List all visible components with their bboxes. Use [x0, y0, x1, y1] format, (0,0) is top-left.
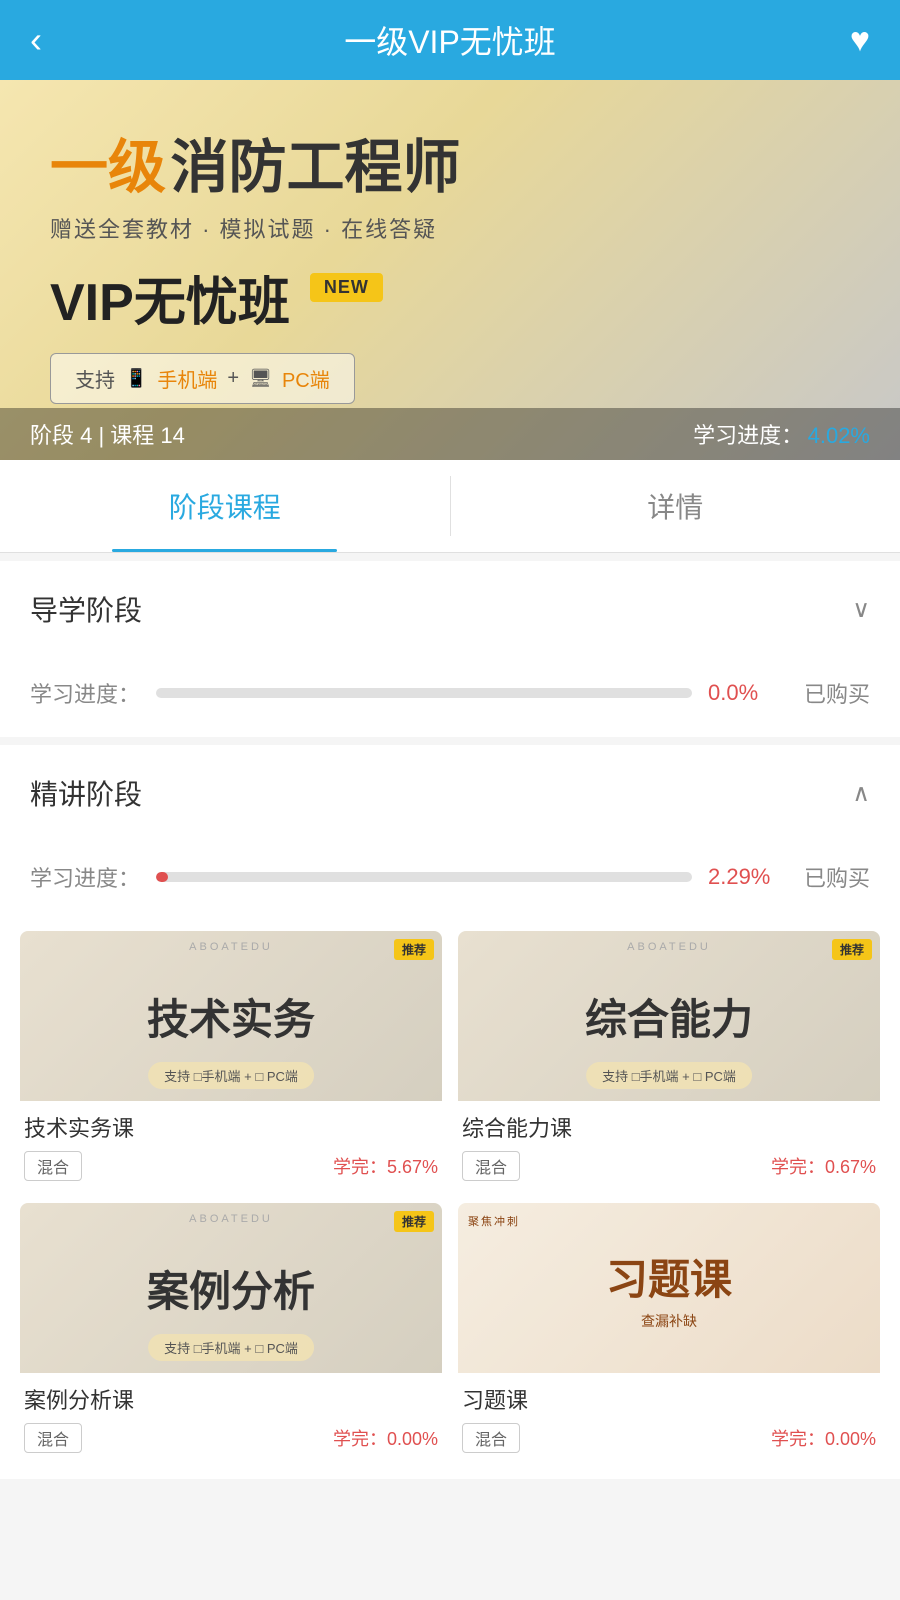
thumb-inner-comp: ABOATEDU 综合能力 支持 □手机端 + □ PC端 推荐: [458, 931, 880, 1101]
guide-progress-bar: [156, 688, 692, 698]
support-pc: PC端: [282, 364, 330, 393]
card-progress-case: 学完：0.00%: [333, 1425, 438, 1451]
card-tag-exercise: 混合: [462, 1423, 520, 1453]
card-progress-prefix-tech: 学完：: [333, 1157, 387, 1177]
page-title: 一级VIP无忧班: [344, 17, 556, 63]
card-progress-prefix-comp: 学完：: [771, 1157, 825, 1177]
section-guide-progress: 学习进度： 0.0% 已购买: [0, 657, 900, 737]
section-guide-header[interactable]: 导学阶段 ∨: [0, 553, 900, 657]
card-progress-val-exercise: 0.00%: [825, 1429, 876, 1449]
card-info-tech: 技术实务课 混合 学完：5.67%: [20, 1101, 442, 1187]
intensive-progress-label: 学习进度：: [30, 861, 140, 893]
thumb-support-comp: 支持 □手机端 + □ PC端: [586, 1062, 752, 1089]
guide-status: 已购买: [804, 677, 870, 709]
tab-details[interactable]: 详情: [451, 460, 900, 552]
thumb-main-comp: 综合能力: [585, 986, 753, 1047]
banner-subtitle: 赠送全套教材 · 模拟试题 · 在线答疑: [50, 212, 850, 244]
section-intensive-header[interactable]: 精讲阶段 ∧: [0, 737, 900, 841]
card-thumb-case: ABOATEDU 案例分析 支持 □手机端 + □ PC端 推荐: [20, 1203, 442, 1373]
thumb-main-case: 案例分析: [147, 1258, 315, 1319]
thumb-support-case: 支持 □手机端 + □ PC端: [148, 1334, 314, 1361]
thumb-watermark-comp: ABOATEDU: [627, 941, 711, 953]
section-intensive-title: 精讲阶段: [30, 773, 142, 813]
card-progress-val-tech: 5.67%: [387, 1157, 438, 1177]
card-name-case: 案例分析课: [24, 1383, 438, 1415]
banner-progress-label: 学习进度：: [693, 423, 803, 448]
course-card-tech[interactable]: ABOATEDU 技术实务 支持 □手机端 + □ PC端 推荐 技术实务课 混…: [20, 931, 442, 1187]
support-plus: +: [227, 367, 239, 390]
thumb-support-tech: 支持 □手机端 + □ PC端: [148, 1062, 314, 1089]
banner-progress-value: 4.02%: [808, 423, 870, 448]
card-progress-prefix-case: 学完：: [333, 1429, 387, 1449]
course-card-exercise[interactable]: 聚焦冲刺 习题课 查漏补缺 习题课 混合 学完：0.00%: [458, 1203, 880, 1459]
intensive-status: 已购买: [804, 861, 870, 893]
banner-course-title: 消防工程师: [170, 135, 460, 200]
course-card-comp[interactable]: ABOATEDU 综合能力 支持 □手机端 + □ PC端 推荐 综合能力课 混…: [458, 931, 880, 1187]
card-thumb-comp: ABOATEDU 综合能力 支持 □手机端 + □ PC端 推荐: [458, 931, 880, 1101]
card-meta-case: 混合 学完：0.00%: [24, 1423, 438, 1453]
support-prefix: 支持: [75, 364, 115, 393]
guide-progress-value: 0.0%: [708, 680, 788, 706]
card-thumb-tech: ABOATEDU 技术实务 支持 □手机端 + □ PC端 推荐: [20, 931, 442, 1101]
card-tag-tech: 混合: [24, 1151, 82, 1181]
support-mobile: 手机端: [157, 364, 217, 393]
courses-grid: ABOATEDU 技术实务 支持 □手机端 + □ PC端 推荐 技术实务课 混…: [0, 921, 900, 1479]
card-thumb-exercise: 聚焦冲刺 习题课 查漏补缺: [458, 1203, 880, 1373]
card-info-comp: 综合能力课 混合 学完：0.67%: [458, 1101, 880, 1187]
card-tag-comp: 混合: [462, 1151, 520, 1181]
intensive-progress-bar: [156, 872, 692, 882]
banner-bottom-bar: 阶段 4 | 课程 14 学习进度： 4.02%: [0, 408, 900, 460]
header: ‹ 一级VIP无忧班 ♥: [0, 0, 900, 80]
thumb-badge-comp: 推荐: [832, 939, 872, 960]
thumb-watermark-case: ABOATEDU: [189, 1213, 273, 1225]
card-progress-val-comp: 0.67%: [825, 1157, 876, 1177]
thumb-inner-case: ABOATEDU 案例分析 支持 □手机端 + □ PC端 推荐: [20, 1203, 442, 1373]
section-guide-arrow: ∨: [852, 595, 870, 624]
favorite-button[interactable]: ♥: [850, 21, 870, 60]
course-card-case[interactable]: ABOATEDU 案例分析 支持 □手机端 + □ PC端 推荐 案例分析课 混…: [20, 1203, 442, 1459]
thumb-badge-tech: 推荐: [394, 939, 434, 960]
card-meta-comp: 混合 学完：0.67%: [462, 1151, 876, 1181]
tabs-bar: 阶段课程 详情: [0, 460, 900, 553]
guide-progress-label: 学习进度：: [30, 677, 140, 709]
card-progress-comp: 学完：0.67%: [771, 1153, 876, 1179]
banner-vip-text: VIP无忧班: [50, 260, 290, 335]
card-name-tech: 技术实务课: [24, 1111, 438, 1143]
course-banner: 一级 消防工程师 赠送全套教材 · 模拟试题 · 在线答疑 VIP无忧班 NEW…: [0, 80, 900, 460]
tab-stage-course[interactable]: 阶段课程: [0, 460, 450, 552]
card-name-comp: 综合能力课: [462, 1111, 876, 1143]
card-info-case: 案例分析课 混合 学完：0.00%: [20, 1373, 442, 1459]
card-meta-tech: 混合 学完：5.67%: [24, 1151, 438, 1181]
card-tag-case: 混合: [24, 1423, 82, 1453]
stage-info: 阶段 4 | 课程 14: [30, 418, 185, 450]
card-progress-tech: 学完：5.67%: [333, 1153, 438, 1179]
card-meta-exercise: 混合 学完：0.00%: [462, 1423, 876, 1453]
banner-support-info: 支持 📱 手机端 + 🖥 PC端: [50, 353, 355, 404]
banner-new-badge: NEW: [310, 273, 383, 302]
section-intensive-progress: 学习进度： 2.29% 已购买: [0, 841, 900, 921]
intensive-progress-value: 2.29%: [708, 864, 788, 890]
intensive-progress-fill: [156, 872, 168, 882]
thumb-badge-case: 推荐: [394, 1211, 434, 1232]
section-guide-title: 导学阶段: [30, 589, 142, 629]
banner-level: 一级: [50, 135, 166, 200]
thumb-exercise-sub: 查漏补缺: [641, 1311, 697, 1331]
card-progress-prefix-exercise: 学完：: [771, 1429, 825, 1449]
thumb-inner-tech: ABOATEDU 技术实务 支持 □手机端 + □ PC端 推荐: [20, 931, 442, 1101]
card-info-exercise: 习题课 混合 学完：0.00%: [458, 1373, 880, 1459]
thumb-watermark-tech: ABOATEDU: [189, 941, 273, 953]
thumb-inner-exercise: 聚焦冲刺 习题课 查漏补缺: [458, 1203, 880, 1373]
thumb-exercise-label: 聚焦冲刺: [468, 1213, 520, 1229]
card-name-exercise: 习题课: [462, 1383, 876, 1415]
thumb-main-exercise: 习题课: [606, 1246, 732, 1307]
thumb-main-tech: 技术实务: [147, 986, 315, 1047]
card-progress-val-case: 0.00%: [387, 1429, 438, 1449]
back-button[interactable]: ‹: [30, 19, 42, 61]
section-intensive-arrow: ∧: [852, 779, 870, 808]
card-progress-exercise: 学完：0.00%: [771, 1425, 876, 1451]
